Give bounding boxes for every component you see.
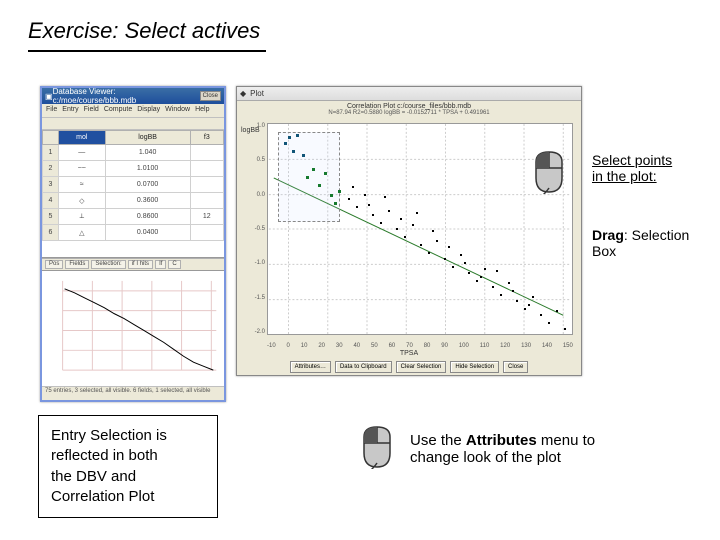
mouse-icon xyxy=(532,150,566,194)
filter-if[interactable]: If xyxy=(155,260,166,269)
dbv-col-mol[interactable]: mol xyxy=(59,131,106,145)
plotwin-formula: N=87.94 R2=0.5880 logBB = -0.0152711 * T… xyxy=(237,110,581,116)
filter-selection[interactable]: Selection: xyxy=(91,260,125,269)
table-row[interactable]: 6△0.0400 xyxy=(43,225,224,241)
dbv-grid[interactable]: mol logBB f3 1—1.040 2~~1.0100 3≈0.0700 … xyxy=(42,130,224,258)
plot-xlabel: TPSA xyxy=(237,350,581,357)
dbv-statusbar: 75 entries, 3 selected, all visible. 6 f… xyxy=(42,386,224,398)
slide-title-underline xyxy=(28,50,266,52)
callout-entry-selection: Entry Selection is reflected in both the… xyxy=(38,415,218,518)
menu-compute[interactable]: Compute xyxy=(104,106,132,117)
dbv-menubar[interactable]: File Entry Field Compute Display Window … xyxy=(42,104,224,118)
plot-xticks: -100102030405060708090100110120130140150 xyxy=(267,343,573,349)
table-row[interactable]: 2~~1.0100 xyxy=(43,161,224,177)
dbv-titlebar[interactable]: ▣ Database Viewer: c:/moe/course/bbb.mdb… xyxy=(42,88,224,104)
menu-help[interactable]: Help xyxy=(195,106,209,117)
dbv-col-f3[interactable]: f3 xyxy=(190,131,223,145)
close-button[interactable]: Close xyxy=(503,361,528,373)
dbv-filterbar[interactable]: Pos Fields Selection: if I hits If C xyxy=(42,258,224,270)
dbv-toolbar xyxy=(42,118,224,130)
table-row[interactable]: 4◇0.3600 xyxy=(43,193,224,209)
correlation-plot-window: ◆ Plot Correlation Plot c:/course_files/… xyxy=(236,86,582,376)
table-row[interactable]: 1—1.040 xyxy=(43,145,224,161)
dbv-col-logbb[interactable]: logBB xyxy=(105,131,190,145)
selection-box[interactable] xyxy=(278,132,340,222)
dbv-title-text: Database Viewer: c:/moe/course/bbb.mdb xyxy=(53,87,200,105)
menu-display[interactable]: Display xyxy=(137,106,160,117)
table-row[interactable]: 3≈0.0700 xyxy=(43,177,224,193)
dbv-header-row: mol logBB f3 xyxy=(43,131,224,145)
clear-selection-button[interactable]: Clear Selection xyxy=(396,361,447,373)
close-icon[interactable]: Close xyxy=(200,91,221,101)
filter-pos[interactable]: Pos xyxy=(45,260,63,269)
dbv-miniplot[interactable] xyxy=(42,270,224,386)
slide-title: Exercise: Select actives xyxy=(0,0,720,44)
mouse-icon xyxy=(360,425,394,469)
table-row[interactable]: 5⟂0.860012 xyxy=(43,209,224,225)
filter-ifhits[interactable]: if I hits xyxy=(128,260,153,269)
plot-canvas[interactable] xyxy=(267,123,573,335)
menu-field[interactable]: Field xyxy=(84,106,99,117)
dbv-col-idx[interactable] xyxy=(43,131,59,145)
dbv-miniplot-svg xyxy=(42,271,224,386)
plotwin-title-text: Plot xyxy=(250,89,264,98)
dbv-titlebar-icon: ▣ xyxy=(45,92,53,101)
data-to-clipboard-button[interactable]: Data to Clipboard xyxy=(335,361,392,373)
filter-cancel[interactable]: C xyxy=(168,260,180,269)
menu-entry[interactable]: Entry xyxy=(62,106,78,117)
plotwin-title-icon: ◆ xyxy=(240,89,246,98)
plotwin-titlebar[interactable]: ◆ Plot xyxy=(237,87,581,101)
filter-fields[interactable]: Fields xyxy=(65,260,89,269)
plot-yticks: 1.0 0.5 0.0 -0.5 -1.0 -1.5 -2.0 xyxy=(251,123,265,335)
plotwin-subtitle: Correlation Plot c:/course_files/bbb.mdb xyxy=(237,101,581,110)
callout-attributes: Use the Attributes menu to change look o… xyxy=(410,432,640,466)
attributes-button[interactable]: Attributes… xyxy=(290,361,331,373)
dbv-window: ▣ Database Viewer: c:/moe/course/bbb.mdb… xyxy=(40,86,226,402)
menu-file[interactable]: File xyxy=(46,106,57,117)
hide-selection-button[interactable]: Hide Selection xyxy=(450,361,499,373)
plot-button-row: Attributes… Data to Clipboard Clear Sele… xyxy=(237,361,581,373)
menu-window[interactable]: Window xyxy=(165,106,190,117)
callout-drag: Drag: Selection Box xyxy=(592,227,702,259)
dbv-table[interactable]: mol logBB f3 1—1.040 2~~1.0100 3≈0.0700 … xyxy=(42,130,224,241)
callout-select-points: Select points in the plot: xyxy=(592,152,712,184)
